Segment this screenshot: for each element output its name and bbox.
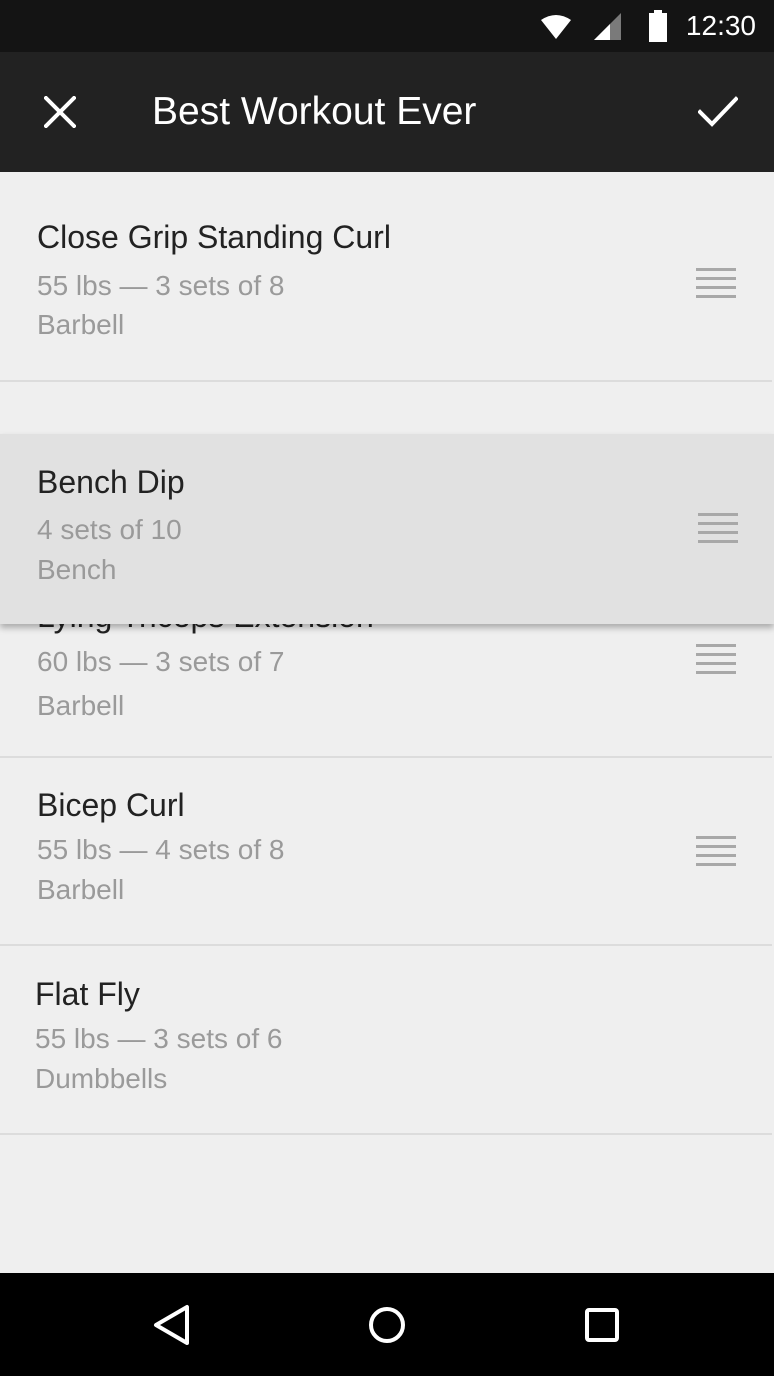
navigation-bar	[0, 1273, 774, 1376]
exercise-list: Close Grip Standing Curl 55 lbs — 3 sets…	[0, 172, 774, 1273]
done-button[interactable]	[686, 80, 750, 144]
drag-handle-icon[interactable]	[696, 644, 736, 676]
status-time: 12:30	[685, 10, 756, 41]
battery-icon	[649, 10, 667, 42]
exercise-equipment: Barbell	[37, 690, 125, 721]
home-button[interactable]	[355, 1293, 419, 1357]
exercise-detail: 4 sets of 10	[37, 514, 182, 545]
recents-icon	[585, 1308, 619, 1342]
exercise-equipment: Barbell	[37, 874, 125, 905]
exercise-row[interactable]: Bicep Curl 55 lbs — 4 sets of 8 Barbell	[0, 758, 772, 946]
exercise-detail: 55 lbs — 4 sets of 8	[37, 834, 285, 865]
exercise-row[interactable]: Close Grip Standing Curl 55 lbs — 3 sets…	[0, 172, 772, 382]
exercise-detail: 60 lbs — 3 sets of 7	[37, 646, 285, 677]
exercise-equipment: Bench	[37, 554, 117, 585]
drag-handle-icon[interactable]	[698, 513, 738, 545]
checkmark-icon	[698, 96, 738, 127]
exercise-name: Bench Dip	[37, 464, 185, 500]
exercise-name: Flat Fly	[35, 976, 140, 1012]
recents-button[interactable]	[570, 1293, 634, 1357]
back-button[interactable]	[140, 1293, 204, 1357]
exercise-detail: 55 lbs — 3 sets of 8	[37, 270, 285, 301]
exercise-equipment: Barbell	[37, 309, 125, 340]
back-icon	[154, 1305, 189, 1345]
exercise-name: Bicep Curl	[37, 787, 185, 823]
home-icon	[369, 1307, 405, 1343]
dragged-exercise-row[interactable]: Bench Dip 4 sets of 10 Bench	[0, 434, 774, 624]
exercise-row[interactable]: Flat Fly 55 lbs — 3 sets of 6 Dumbbells	[0, 946, 772, 1135]
close-icon	[44, 96, 76, 128]
status-bar: 12:30	[0, 0, 774, 52]
toolbar: Best Workout Ever	[0, 52, 774, 172]
drag-handle-icon[interactable]	[696, 268, 736, 300]
exercise-detail: 55 lbs — 3 sets of 6	[35, 1023, 283, 1054]
close-button[interactable]	[28, 80, 92, 144]
drag-handle-icon[interactable]	[696, 836, 736, 868]
wifi-icon	[541, 15, 571, 39]
exercise-name: Close Grip Standing Curl	[37, 219, 391, 255]
page-title: Best Workout Ever	[152, 90, 477, 133]
exercise-equipment: Dumbbells	[35, 1063, 168, 1094]
cell-signal-icon	[594, 13, 621, 40]
